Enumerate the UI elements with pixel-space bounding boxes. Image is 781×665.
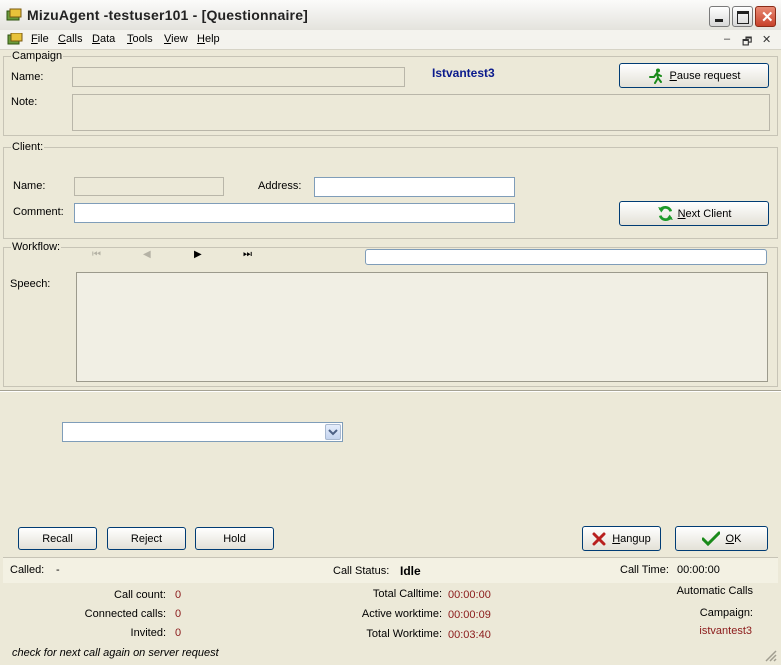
campaign-status-label: Campaign: (699, 607, 753, 619)
hold-label: Hold (223, 532, 246, 545)
campaign-legend: Campaign (11, 50, 64, 62)
menu-calls[interactable]: Calls (58, 33, 82, 45)
client-legend: Client: (11, 141, 45, 153)
automatic-calls-label: Automatic Calls (676, 585, 753, 597)
workflow-legend: Workflow: (11, 241, 62, 253)
resize-grip-icon[interactable] (764, 649, 777, 662)
menu-bar: File Calls Data Tools View Help – 🗗 ✕ (0, 30, 781, 50)
pause-request-label: Pause request (669, 69, 741, 82)
hangup-button[interactable]: Hangup (582, 526, 661, 551)
connected-calls-label: Connected calls: (84, 608, 166, 620)
hangup-label: Hangup (612, 532, 651, 545)
invited-value: 0 (175, 627, 182, 639)
campaign-name-field (72, 67, 405, 87)
pause-request-button[interactable]: Pause request (619, 63, 769, 88)
call-status-value: Idle (400, 564, 421, 578)
red-x-icon (592, 532, 606, 545)
mdi-restore-icon[interactable]: 🗗 (742, 33, 752, 52)
answer-dropdown[interactable] (62, 422, 343, 442)
next-client-button[interactable]: Next Client (619, 201, 769, 226)
recall-label: Recall (42, 532, 73, 545)
call-time-value: 00:00:00 (677, 564, 720, 576)
total-calltime-value: 00:00:00 (448, 589, 491, 601)
total-calltime-label: Total Calltime: (372, 588, 442, 600)
client-address-label: Address: (258, 180, 302, 192)
title-bar[interactable]: MizuAgent -testuser101 - [Questionnaire]… (0, 0, 781, 31)
speech-label: Speech: (10, 278, 51, 290)
speech-text-area[interactable] (76, 272, 768, 382)
client-comment-field[interactable] (74, 203, 515, 223)
connected-calls-value: 0 (175, 608, 182, 620)
footer-status-message: check for next call again on server requ… (12, 647, 219, 659)
client-address-field[interactable] (314, 177, 515, 197)
section-divider (0, 390, 781, 392)
window-title: MizuAgent -testuser101 - [Questionnaire] (27, 7, 309, 23)
campaign-status-value: istvantest3 (699, 625, 752, 637)
total-worktime-value: 00:03:40 (448, 629, 491, 641)
last-step-icon[interactable]: ⏭ (243, 249, 252, 260)
menu-data[interactable]: Data (92, 33, 115, 45)
campaign-note-label: Note: (11, 96, 38, 108)
close-icon: ✕ (761, 9, 774, 26)
app-icon (6, 8, 22, 21)
invited-label: Invited: (130, 627, 166, 639)
called-value: - (56, 564, 60, 576)
called-label: Called: (10, 564, 45, 576)
menu-view[interactable]: View (164, 33, 188, 45)
menu-tools[interactable]: Tools (127, 33, 153, 45)
minimize-button[interactable] (709, 6, 730, 27)
ok-button[interactable]: OK (675, 526, 768, 551)
maximize-icon (737, 11, 749, 24)
close-button[interactable]: ✕ (755, 6, 776, 27)
checkmark-icon (701, 531, 720, 546)
call-count-label: Call count: (114, 589, 166, 601)
refresh-icon (657, 206, 673, 221)
call-count-value: 0 (175, 589, 182, 601)
previous-step-icon: ◀ (143, 249, 151, 260)
reject-button[interactable]: Reject (107, 527, 186, 550)
dropdown-arrow-button[interactable] (325, 424, 341, 440)
menu-file[interactable]: File (31, 33, 49, 45)
active-worktime-value: 00:00:09 (448, 609, 491, 621)
active-worktime-label: Active worktime: (361, 608, 442, 620)
call-status-label: Call Status: (333, 565, 390, 577)
recall-button[interactable]: Recall (18, 527, 97, 550)
running-man-icon (648, 68, 662, 84)
total-worktime-label: Total Worktime: (366, 628, 442, 640)
workflow-progress-bar (365, 249, 767, 265)
client-comment-label: Comment: (13, 206, 64, 218)
ok-label: OK (725, 532, 742, 545)
next-client-label: Next Client (677, 207, 732, 220)
menu-help[interactable]: Help (197, 33, 220, 45)
reject-label: Reject (130, 532, 163, 545)
campaign-name-label: Name: (11, 71, 44, 83)
document-icon (7, 33, 23, 45)
first-step-icon: ⏮ (92, 249, 101, 260)
client-name-field (74, 177, 224, 196)
mdi-minimize-icon[interactable]: – (724, 33, 730, 45)
maximize-button[interactable] (732, 6, 753, 27)
hold-button[interactable]: Hold (195, 527, 274, 550)
mdi-close-icon[interactable]: ✕ (762, 33, 771, 46)
client-name-label: Name: (13, 180, 46, 192)
next-step-icon[interactable]: ▶ (194, 249, 202, 260)
campaign-title: Istvantest3 (432, 66, 495, 80)
chevron-down-icon (328, 429, 338, 436)
campaign-note-field (72, 94, 770, 131)
minimize-icon (715, 19, 723, 22)
call-time-label: Call Time: (620, 564, 669, 576)
